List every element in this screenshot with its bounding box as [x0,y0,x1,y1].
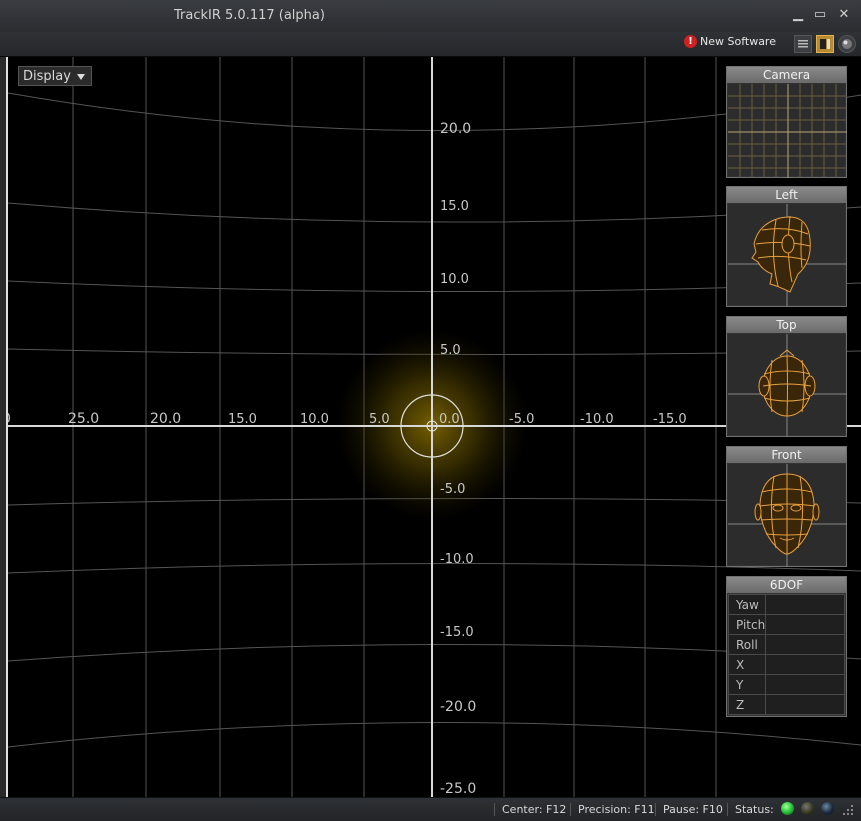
list-view-glyph [798,40,808,48]
6dof-table-wrap: Yaw Pitch Roll X Y Z [727,594,845,715]
new-software-button[interactable]: ! New Software [684,35,776,48]
dof-label: Y [727,674,767,695]
dof-label: X [727,654,767,675]
x-tick-label: 0 [8,411,11,427]
3d-view-icon[interactable] [838,35,856,53]
tracking-view-glyph [820,39,830,49]
dof-row-z: Z [727,694,845,715]
left-view-title: Left [727,187,846,203]
dof-value [765,674,845,695]
dof-label: Yaw [727,594,767,615]
display-dropdown-label: Display [23,69,71,84]
precision-hotkey: Precision: F11 [570,803,655,816]
status-green-led-icon [781,802,794,815]
x-tick-label: 0.0 [439,412,460,427]
toolbar: ! New Software [0,32,861,57]
status-blue-led-icon [821,802,834,815]
left-view-panel[interactable]: Left [726,186,847,307]
dof-row-roll: Roll [727,634,845,655]
left-edge-strip [0,57,8,797]
left-view-preview [728,204,847,307]
y-tick-label: -10.0 [440,552,474,567]
status-yellow-led-icon [801,802,814,815]
top-view-title: Top [727,317,846,333]
dof-row-y: Y [727,674,845,695]
x-tick-label: 25.0 [68,411,99,427]
front-view-panel[interactable]: Front [726,446,847,567]
dof-label: Roll [727,634,767,655]
dof-label: Z [727,694,767,715]
y-tick-label: -5.0 [440,482,465,497]
display-dropdown[interactable]: Display [18,66,92,86]
maximize-button[interactable]: ▭ [812,7,828,23]
x-tick-label: 5.0 [369,412,390,427]
6dof-title: 6DOF [727,577,846,593]
minimize-button[interactable]: ▁ [790,7,806,23]
dof-value [765,654,845,675]
x-tick-label: 15.0 [228,412,257,427]
dof-row-yaw: Yaw [727,594,845,615]
status-bar: Center: F12 Precision: F11 Pause: F10 St… [0,797,861,821]
y-tick-label: 10.0 [440,272,469,287]
top-view-preview [728,334,847,437]
new-software-label: New Software [700,35,776,48]
dof-label: Pitch [727,614,767,635]
x-tick-label: -15.0 [653,412,687,427]
y-tick-label: -15.0 [440,625,474,640]
camera-preview [728,84,847,178]
y-tick-label: 15.0 [440,199,469,214]
6dof-table: Yaw Pitch Roll X Y Z [727,594,845,715]
camera-panel-title: Camera [727,67,846,83]
front-view-preview [728,464,847,567]
3d-view-glyph [842,39,852,49]
camera-panel[interactable]: Camera [726,66,847,178]
head-side-icon [728,204,847,307]
x-tick-label: -5.0 [509,412,534,427]
dof-value [765,614,845,635]
resize-grip-icon[interactable] [841,803,855,817]
head-front-icon [728,464,847,567]
x-tick-label: 20.0 [150,411,181,427]
6dof-panel: 6DOF Yaw Pitch Roll X Y Z [726,576,847,717]
dof-value [765,694,845,715]
list-view-icon[interactable] [794,35,812,53]
title-bar: TrackIR 5.0.117 (alpha) ▁ ▭ ✕ [0,0,861,33]
front-view-title: Front [727,447,846,463]
status-label: Status: [727,803,774,816]
dof-row-pitch: Pitch [727,614,845,635]
y-tick-label: -20.0 [440,699,476,715]
close-button[interactable]: ✕ [836,7,852,23]
y-tick-label: -25.0 [440,781,476,797]
chevron-down-icon [77,74,85,80]
x-tick-label: -10.0 [580,412,614,427]
y-tick-label: 5.0 [440,343,461,358]
y-tick-label: 20.0 [440,121,471,137]
alert-icon: ! [684,35,697,48]
center-hotkey: Center: F12 [494,803,566,816]
dof-row-x: X [727,654,845,675]
dof-value [765,634,845,655]
pause-hotkey: Pause: F10 [655,803,723,816]
top-view-panel[interactable]: Top [726,316,847,437]
tracking-view-icon[interactable] [816,35,834,53]
camera-grid [728,84,847,178]
dof-value [765,594,845,615]
x-tick-label: 10.0 [300,412,329,427]
head-top-icon [728,334,847,437]
window-title: TrackIR 5.0.117 (alpha) [174,8,325,23]
